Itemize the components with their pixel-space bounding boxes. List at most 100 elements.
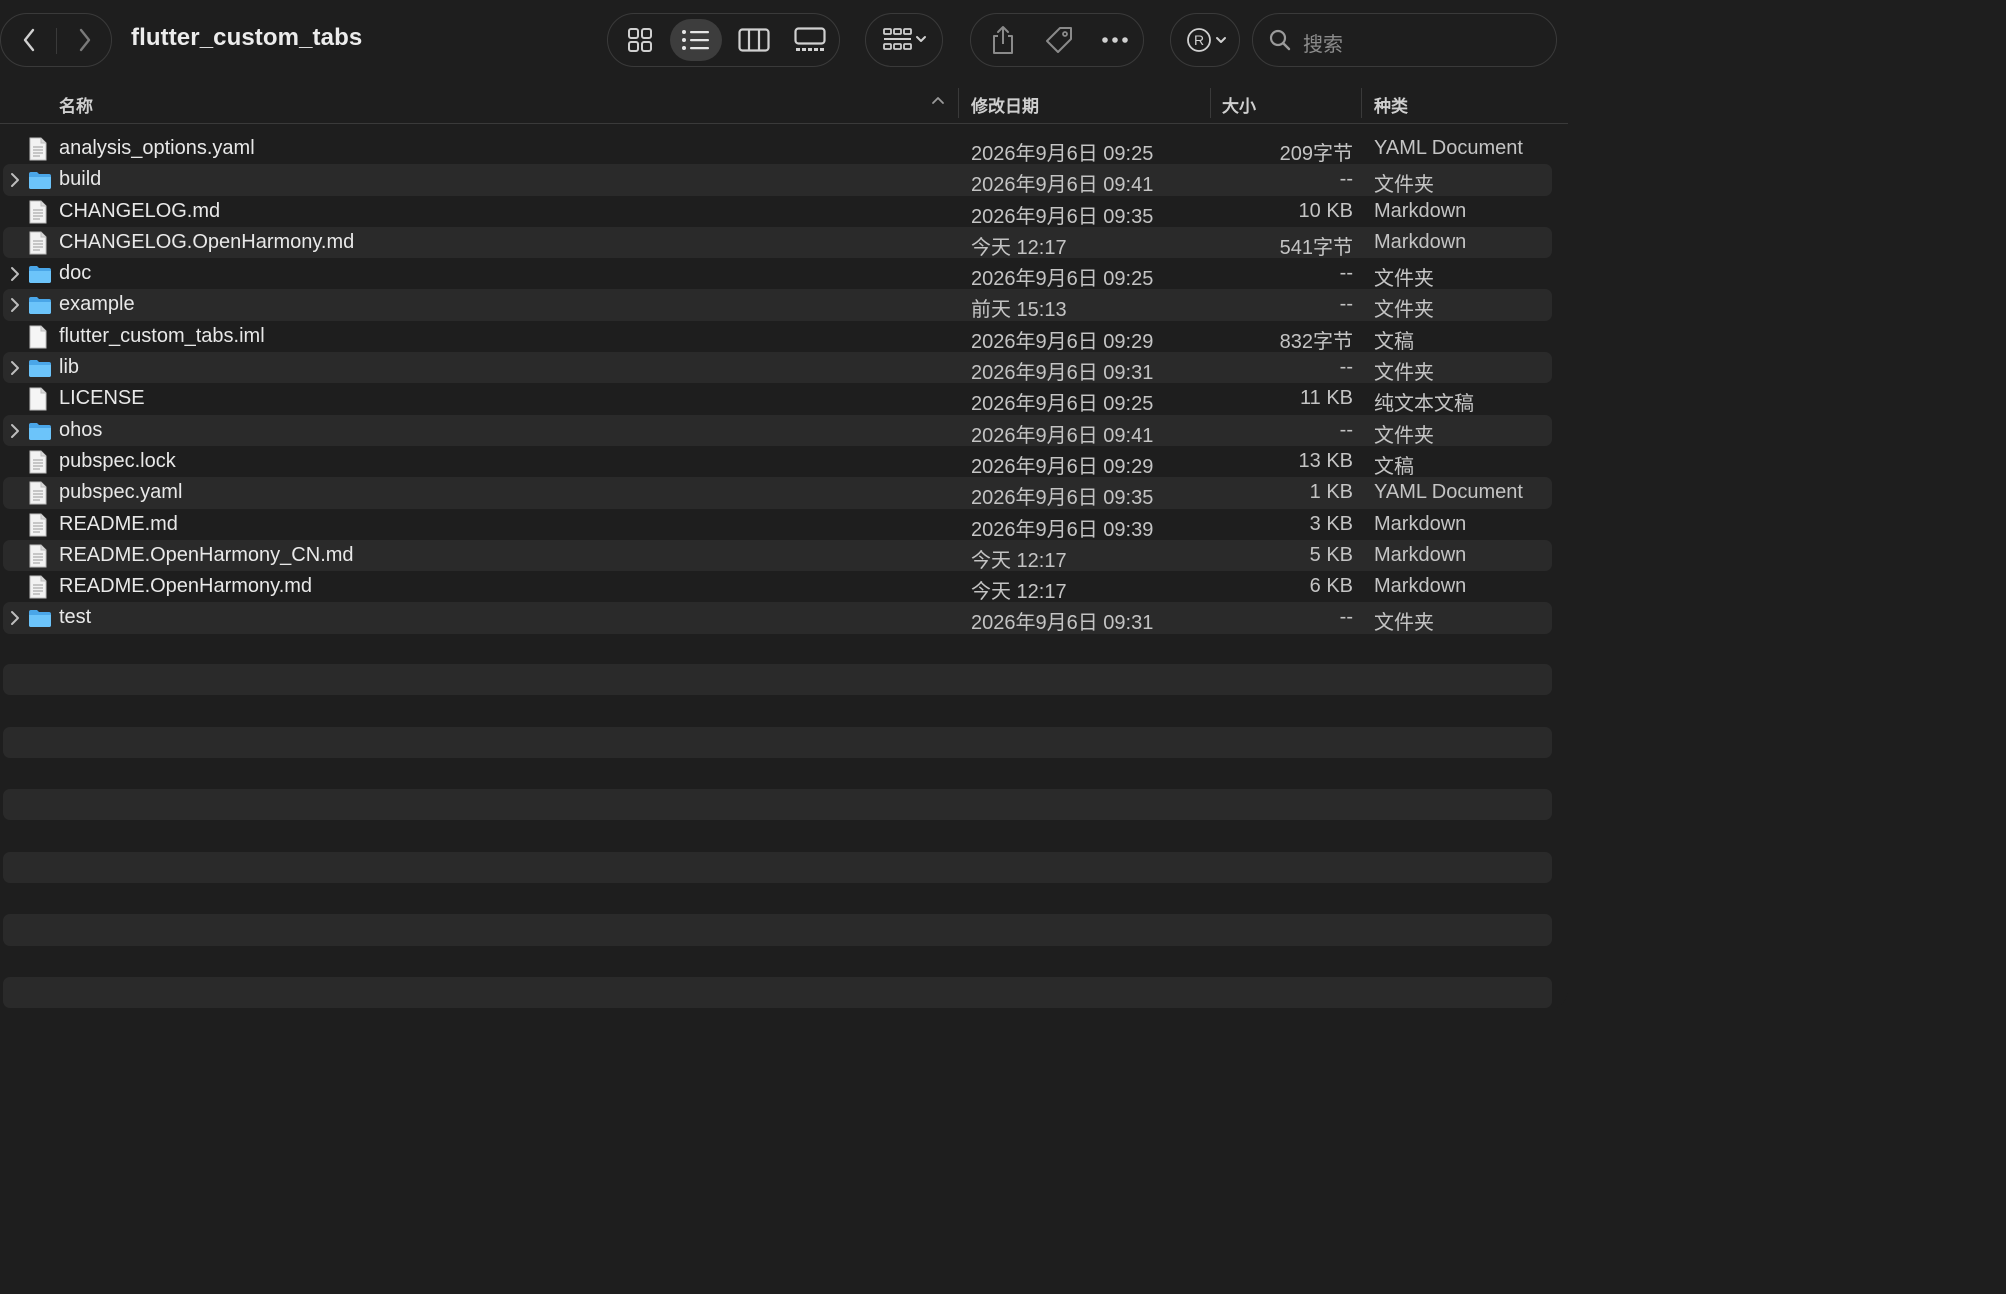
- forward-button[interactable]: [57, 14, 112, 66]
- file-row[interactable]: README.md 2026年9月6日 09:39 3 KB Markdown: [0, 509, 1568, 542]
- file-size: 10 KB: [1298, 199, 1353, 222]
- file-kind: 文稿: [1374, 330, 1414, 353]
- text-document-icon: [28, 513, 48, 542]
- chevron-right-icon: [79, 28, 90, 52]
- empty-row: [0, 789, 1568, 821]
- account-menu[interactable]: R: [1170, 13, 1240, 67]
- file-date: 今天 12:17: [971, 549, 1067, 572]
- file-name: flutter_custom_tabs.iml: [59, 324, 265, 347]
- file-name: build: [59, 168, 102, 191]
- file-name: README.OpenHarmony.md: [59, 575, 313, 598]
- file-date: 2026年9月6日 09:31: [971, 362, 1154, 385]
- file-size: 1 KB: [1309, 481, 1353, 504]
- sort-ascending-icon: [932, 97, 944, 104]
- file-size: --: [1339, 606, 1353, 629]
- file-row[interactable]: example 前天 15:13 -- 文件夹: [0, 289, 1568, 322]
- file-row[interactable]: analysis_options.yaml 2026年9月6日 09:25 209字…: [0, 133, 1568, 165]
- search-placeholder[interactable]: 搜索: [1303, 28, 1343, 57]
- icon-view-button[interactable]: [612, 14, 668, 66]
- tag-button[interactable]: [1033, 14, 1085, 66]
- file-row[interactable]: CHANGELOG.OpenHarmony.md 今天 12:17 541字节 Mar…: [0, 226, 1568, 259]
- file-size: --: [1339, 262, 1353, 285]
- file-name: analysis_options.yaml: [59, 137, 255, 159]
- file-kind: Markdown: [1374, 512, 1467, 535]
- folder-icon: [28, 295, 52, 320]
- account-button[interactable]: R: [1179, 14, 1235, 66]
- file-kind: 文件夹: [1374, 612, 1434, 635]
- file-name: test: [59, 606, 92, 629]
- actions-group: [970, 13, 1144, 67]
- file-size: 541字节: [1279, 236, 1353, 259]
- column-size-header[interactable]: 大小: [1222, 92, 1256, 117]
- file-size: 209字节: [1279, 143, 1353, 165]
- share-button[interactable]: [977, 14, 1029, 66]
- group-by-button[interactable]: [876, 14, 934, 66]
- navigation-group: [0, 13, 112, 67]
- folder-icon: [28, 170, 52, 195]
- empty-row: [0, 946, 1568, 977]
- disclosure-chevron-icon[interactable]: [9, 297, 21, 318]
- file-row[interactable]: README.OpenHarmony_CN.md 今天 12:17 5 KB Mark…: [0, 539, 1568, 573]
- text-document-icon: [28, 481, 48, 510]
- file-kind: 文件夹: [1374, 362, 1434, 385]
- file-row[interactable]: doc 2026年9月6日 09:25 -- 文件夹: [0, 258, 1568, 290]
- file-kind: 纯文本文稿: [1374, 393, 1474, 416]
- file-date: 前天 15:13: [971, 299, 1067, 322]
- column-divider[interactable]: [1210, 88, 1211, 118]
- tag-icon: [1046, 27, 1072, 53]
- finder-window: flutter_custom_tabs R 搜索 名称 修改日期 大小 种类 a…: [0, 0, 1568, 1011]
- back-button[interactable]: [1, 14, 56, 66]
- file-name: CHANGELOG.OpenHarmony.md: [59, 230, 355, 253]
- file-row[interactable]: lib 2026年9月6日 09:31 -- 文件夹: [0, 352, 1568, 385]
- file-row[interactable]: ohos 2026年9月6日 09:41 -- 文件夹: [0, 414, 1568, 447]
- text-document-icon: [28, 544, 48, 573]
- column-kind-header[interactable]: 种类: [1374, 92, 1408, 117]
- file-kind: 文件夹: [1374, 174, 1434, 197]
- column-header: 名称 修改日期 大小 种类: [0, 82, 1568, 124]
- chevron-left-icon: [23, 28, 34, 52]
- file-size: 6 KB: [1309, 575, 1353, 598]
- file-size: 832字节: [1279, 330, 1353, 353]
- file-row[interactable]: test 2026年9月6日 09:31 -- 文件夹: [0, 602, 1568, 635]
- file-name: example: [59, 293, 135, 316]
- file-date: 2026年9月6日 09:39: [971, 518, 1154, 541]
- folder-icon: [28, 358, 52, 383]
- gallery-view-button[interactable]: [782, 14, 838, 66]
- disclosure-chevron-icon[interactable]: [9, 172, 21, 193]
- disclosure-chevron-icon[interactable]: [9, 610, 21, 631]
- empty-row: [0, 1008, 1568, 1011]
- list-view-button[interactable]: [670, 14, 722, 66]
- file-size: --: [1339, 356, 1353, 379]
- file-date: 2026年9月6日 09:25: [971, 393, 1154, 416]
- empty-row: [0, 758, 1568, 789]
- column-name-header[interactable]: 名称: [59, 92, 93, 117]
- group-by-icon: [883, 28, 926, 50]
- column-divider[interactable]: [1361, 88, 1362, 118]
- column-view-button[interactable]: [726, 14, 782, 66]
- file-row[interactable]: build 2026年9月6日 09:41 -- 文件夹: [0, 164, 1568, 197]
- group-by-menu[interactable]: [865, 13, 943, 67]
- file-kind: Markdown: [1374, 230, 1467, 253]
- file-name: pubspec.yaml: [59, 481, 183, 504]
- more-button[interactable]: [1089, 14, 1141, 66]
- file-name: lib: [59, 356, 80, 379]
- column-divider[interactable]: [958, 88, 959, 118]
- registered-icon: R: [1187, 28, 1226, 52]
- column-date-header[interactable]: 修改日期: [971, 92, 1039, 117]
- disclosure-chevron-icon[interactable]: [9, 360, 21, 381]
- file-row[interactable]: CHANGELOG.md 2026年9月6日 09:35 10 KB Markdown: [0, 196, 1568, 228]
- file-name: README.md: [59, 512, 178, 535]
- file-row[interactable]: pubspec.yaml 2026年9月6日 09:35 1 KB YAML Docu…: [0, 477, 1568, 510]
- file-row[interactable]: LICENSE 2026年9月6日 09:25 11 KB 纯文本文稿: [0, 383, 1568, 416]
- gallery-icon: [794, 27, 826, 51]
- file-row[interactable]: flutter_custom_tabs.iml 2026年9月6日 09:29 83…: [0, 321, 1568, 353]
- search-field[interactable]: 搜索: [1252, 13, 1557, 67]
- file-row[interactable]: pubspec.lock 2026年9月6日 09:29 13 KB 文稿: [0, 446, 1568, 478]
- empty-row: [0, 664, 1568, 696]
- disclosure-chevron-icon[interactable]: [9, 266, 21, 287]
- disclosure-chevron-icon[interactable]: [9, 423, 21, 444]
- file-kind: Markdown: [1374, 543, 1467, 566]
- empty-row: [0, 976, 1568, 1009]
- file-kind: 文件夹: [1374, 299, 1434, 322]
- file-row[interactable]: README.OpenHarmony.md 今天 12:17 6 KB Markdow…: [0, 571, 1568, 603]
